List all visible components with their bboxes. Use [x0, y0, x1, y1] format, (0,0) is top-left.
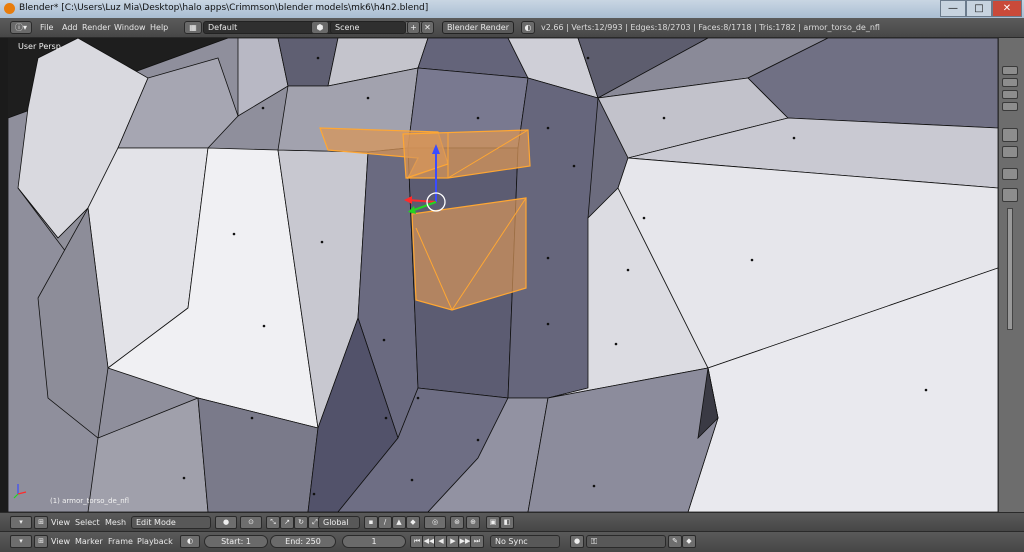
toolbar-button[interactable] — [1002, 128, 1018, 142]
scene-field[interactable]: Scene — [330, 21, 406, 34]
toolbar-button[interactable] — [1002, 78, 1018, 87]
sync-mode-dropdown[interactable]: No Sync — [490, 535, 560, 548]
add-scene-button[interactable]: + — [407, 21, 420, 34]
toolbar-button[interactable] — [1002, 188, 1018, 202]
menu-render[interactable]: Render — [82, 23, 110, 32]
mode-dropdown[interactable]: Edit Mode — [131, 516, 211, 529]
editor-type-button[interactable]: ⓘ▾ — [10, 21, 32, 34]
menu-file[interactable]: File — [40, 23, 53, 32]
editor-type-button[interactable]: ▾ — [10, 535, 32, 548]
blender-info-icon: ◐ — [521, 21, 535, 34]
rotate-icon[interactable]: ↻ — [294, 516, 308, 529]
menu-playback[interactable]: Playback — [137, 537, 173, 546]
window-title: Blender* [C:\Users\Luz Mia\Desktop\halo … — [19, 3, 429, 13]
proportional-icon[interactable]: ◎ — [424, 516, 446, 529]
menu-marker[interactable]: Marker — [75, 537, 103, 546]
delete-scene-button[interactable]: ✕ — [421, 21, 434, 34]
record-icon[interactable]: ● — [570, 535, 584, 548]
render-engine-dropdown[interactable]: Blender Render — [442, 21, 514, 34]
close-button[interactable]: ✕ — [992, 0, 1022, 17]
scene-statistics: v2.66 | Verts:12/993 | Edges:18/2703 | F… — [541, 23, 880, 32]
right-side-toolbar — [998, 38, 1024, 512]
shading-icon[interactable]: ● — [215, 516, 237, 529]
editor-type-button[interactable]: ▾ — [10, 516, 32, 529]
manipulator-icon[interactable]: ⤡ — [266, 516, 280, 529]
pivot-icon[interactable]: ⊙ — [240, 516, 262, 529]
occlude-icon[interactable]: ◆ — [406, 516, 420, 529]
orientation-dropdown[interactable]: Global — [318, 516, 360, 529]
keying-icon[interactable]: ✎ — [668, 535, 682, 548]
mesh-render[interactable] — [8, 38, 998, 512]
menu-collapse-icon[interactable]: ⊞ — [34, 535, 48, 548]
snap-target-icon[interactable]: ⊕ — [466, 516, 480, 529]
3d-viewport[interactable] — [8, 38, 998, 512]
minimize-button[interactable]: — — [940, 0, 966, 17]
toolbar-button[interactable] — [1002, 102, 1018, 111]
menu-view[interactable]: View — [51, 518, 70, 527]
menu-select[interactable]: Select — [75, 518, 100, 527]
toolbar-button[interactable] — [1002, 168, 1018, 180]
viewport-view-label: User Persp — [18, 42, 61, 51]
view3d-header: ▾ ⊞ View Select Mesh Edit Mode ● ⊙ ⤡ ↗ ↻… — [0, 512, 1024, 531]
render-preview-icon[interactable]: ▣ — [486, 516, 500, 529]
menu-collapse-icon[interactable]: ⊞ — [34, 516, 48, 529]
jump-end-icon[interactable]: ⏭ — [470, 535, 484, 548]
timeline-header: ▾ ⊞ View Marker Frame Playback ◐ Start: … — [0, 531, 1024, 552]
menu-help[interactable]: Help — [150, 23, 168, 32]
end-frame-field[interactable]: End: 250 — [270, 535, 336, 548]
menu-view[interactable]: View — [51, 537, 70, 546]
scene-selector-icon[interactable]: ⬢ — [311, 21, 329, 34]
menu-frame[interactable]: Frame — [108, 537, 133, 546]
window-title-bar: Blender* [C:\Users\Luz Mia\Desktop\halo … — [0, 0, 1024, 18]
translate-icon[interactable]: ↗ — [280, 516, 294, 529]
menu-mesh[interactable]: Mesh — [105, 518, 126, 527]
screen-layout-icon[interactable]: ▦ — [184, 21, 202, 34]
keying-set-field[interactable]: ⚿ — [586, 535, 666, 548]
camera-render-icon[interactable]: ◧ — [500, 516, 514, 529]
current-frame-field[interactable]: 1 — [342, 535, 406, 548]
wrench-icon[interactable] — [1002, 146, 1018, 158]
start-frame-field[interactable]: Start: 1 — [204, 535, 268, 548]
menu-window[interactable]: Window — [114, 23, 146, 32]
keyframe-insert-icon[interactable]: ◆ — [682, 535, 696, 548]
snap-icon[interactable]: ⊛ — [450, 516, 464, 529]
toolbar-scrollbar[interactable] — [1007, 208, 1013, 330]
maximize-button[interactable]: □ — [966, 0, 992, 17]
toolbar-button[interactable] — [1002, 90, 1018, 99]
edge-select-icon[interactable]: / — [378, 516, 392, 529]
viewport-object-label: (1) armor_torso_de_nfl — [50, 497, 130, 505]
toolbar-button[interactable] — [1002, 66, 1018, 75]
preview-range-icon[interactable]: ◐ — [180, 535, 200, 548]
menu-add[interactable]: Add — [62, 23, 78, 32]
face-select-icon[interactable]: ▲ — [392, 516, 406, 529]
blender-logo-icon — [4, 3, 15, 14]
vertex-select-icon[interactable]: ▪ — [364, 516, 378, 529]
